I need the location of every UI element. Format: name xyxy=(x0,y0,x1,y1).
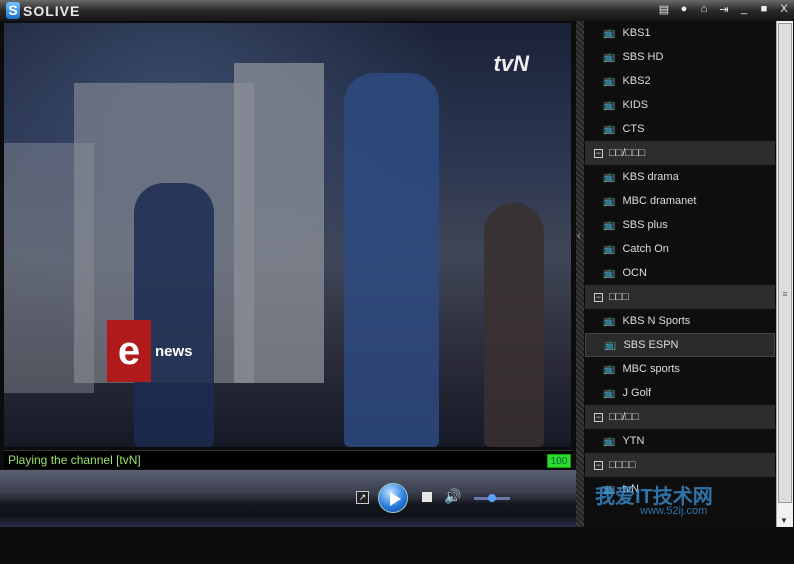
scroll-down-icon[interactable]: ▼ xyxy=(780,516,788,525)
channel-group[interactable]: − □□□ xyxy=(585,285,775,309)
channel-label: MBC dramanet xyxy=(622,195,697,207)
channel-group[interactable]: − □□/□□ xyxy=(585,405,775,429)
chat-icon[interactable]: ● xyxy=(678,3,690,16)
channel-item[interactable]: 📺 KBS1 xyxy=(585,21,775,45)
collapse-group-icon[interactable]: − xyxy=(594,148,603,158)
logo-icon: S xyxy=(6,2,20,19)
status-bar: Playing the channel [tvN] 100 xyxy=(4,450,573,469)
channel-item[interactable]: 📺 KBS N Sports xyxy=(585,309,775,333)
channel-item[interactable]: 📺 tvN xyxy=(585,477,775,501)
channel-group[interactable]: − □□□□ xyxy=(585,453,775,477)
tv-icon: 📺 xyxy=(603,195,616,207)
collapse-group-icon[interactable]: − xyxy=(594,292,603,302)
channel-item[interactable]: 📺 OCN xyxy=(585,261,775,285)
scrollbar-thumb[interactable]: ≡ xyxy=(778,23,792,503)
video-player[interactable]: tvN e news xyxy=(4,23,571,447)
tv-icon: 📺 xyxy=(604,339,617,351)
channel-label: KIDS xyxy=(622,99,649,111)
channel-label: KBS N Sports xyxy=(622,315,691,327)
channel-list: 📺 KBS1 📺 SBS HD 📺 KBS2 📺 KIDS 📺 CTS − □□/□□□ 📺 KBS dr… xyxy=(585,21,775,527)
tv-icon: 📺 xyxy=(603,435,616,447)
tv-icon: 📺 xyxy=(603,363,616,375)
tv-icon: 📺 xyxy=(603,219,616,231)
close-icon[interactable]: X xyxy=(778,3,790,16)
channel-label: KBS2 xyxy=(622,75,651,87)
title-bar: S SOLIVE ▤ ● ⌂ ⇥ _ ■ X xyxy=(0,0,794,21)
channel-label: OCN xyxy=(622,267,647,279)
panel-splitter[interactable] xyxy=(576,21,584,527)
channel-group[interactable]: − □□/□□□ xyxy=(585,141,775,165)
play-button[interactable] xyxy=(378,483,408,513)
channel-label: SBS ESPN xyxy=(623,339,679,351)
collapse-panel-icon[interactable]: ‹ xyxy=(577,230,581,242)
stop-button[interactable] xyxy=(422,492,432,502)
channel-label: Catch On xyxy=(622,243,669,255)
channel-item[interactable]: 📺 J Golf xyxy=(585,381,775,405)
tv-icon: 📺 xyxy=(603,75,616,87)
channel-label: CTS xyxy=(622,123,645,135)
channel-label: KBS1 xyxy=(622,27,651,39)
channel-label: YTN xyxy=(622,435,645,447)
status-text: Playing the channel [tvN] xyxy=(8,453,141,467)
channel-item[interactable]: 📺 YTN xyxy=(585,429,775,453)
channel-item[interactable]: 📺 SBS plus xyxy=(585,213,775,237)
channel-item[interactable]: 📺 KBS drama xyxy=(585,165,775,189)
minimize-icon[interactable]: _ xyxy=(738,3,750,16)
channel-item[interactable]: 📺 SBS HD xyxy=(585,45,775,69)
channel-label: J Golf xyxy=(622,387,652,399)
collapse-group-icon[interactable]: − xyxy=(594,460,603,470)
channel-label: SBS HD xyxy=(622,51,664,63)
tv-icon: 📺 xyxy=(603,483,616,495)
pin-icon[interactable]: ⇥ xyxy=(718,3,730,16)
notes-icon[interactable]: ▤ xyxy=(658,3,670,16)
tv-icon: 📺 xyxy=(603,243,616,255)
tv-icon: 📺 xyxy=(603,123,616,135)
channel-item[interactable]: 📺 MBC dramanet xyxy=(585,189,775,213)
channel-label: tvN xyxy=(622,483,639,495)
group-label: □□□ xyxy=(609,291,629,303)
tv-icon: 📺 xyxy=(603,27,616,39)
channel-item[interactable]: 📺 SBS ESPN xyxy=(585,333,775,357)
group-label: □□/□□□ xyxy=(609,147,646,159)
channel-item[interactable]: 📺 MBC sports xyxy=(585,357,775,381)
channel-item[interactable]: 📺 CTS xyxy=(585,117,775,141)
mini-mode-button[interactable]: ↗ xyxy=(356,491,369,504)
group-label: □□□□ xyxy=(609,459,636,471)
news-logo: e news xyxy=(107,320,193,382)
channel-logo: tvN xyxy=(493,51,529,76)
scrollbar[interactable]: ≡ ▼ xyxy=(776,21,793,527)
volume-slider-knob[interactable] xyxy=(488,494,496,502)
control-bar: ↗ 🔊 xyxy=(0,470,578,527)
news-logo-text: news xyxy=(155,342,193,360)
group-label: □□/□□ xyxy=(609,411,639,423)
window-controls: ▤ ● ⌂ ⇥ _ ■ X xyxy=(658,3,790,16)
app-logo: S SOLIVE xyxy=(6,2,80,19)
channel-label: SBS plus xyxy=(622,219,668,231)
maximize-icon[interactable]: ■ xyxy=(758,3,770,16)
channel-item[interactable]: 📺 Catch On xyxy=(585,237,775,261)
app-title: SOLIVE xyxy=(23,2,81,19)
volume-slider[interactable] xyxy=(474,494,510,502)
tv-icon: 📺 xyxy=(603,315,616,327)
collapse-group-icon[interactable]: − xyxy=(594,412,603,422)
speaker-icon[interactable]: 🔊 xyxy=(444,488,461,505)
channel-label: KBS drama xyxy=(622,171,679,183)
channel-label: MBC sports xyxy=(622,363,680,375)
tv-icon: 📺 xyxy=(603,387,616,399)
home-icon[interactable]: ⌂ xyxy=(698,3,710,16)
tv-icon: 📺 xyxy=(603,51,616,63)
channel-item[interactable]: 📺 KIDS xyxy=(585,93,775,117)
volume-readout: 100 xyxy=(547,454,571,468)
tv-icon: 📺 xyxy=(603,171,616,183)
news-logo-letter: e xyxy=(107,320,151,382)
tv-icon: 📺 xyxy=(603,267,616,279)
tv-icon: 📺 xyxy=(603,99,616,111)
channel-item[interactable]: 📺 KBS2 xyxy=(585,69,775,93)
